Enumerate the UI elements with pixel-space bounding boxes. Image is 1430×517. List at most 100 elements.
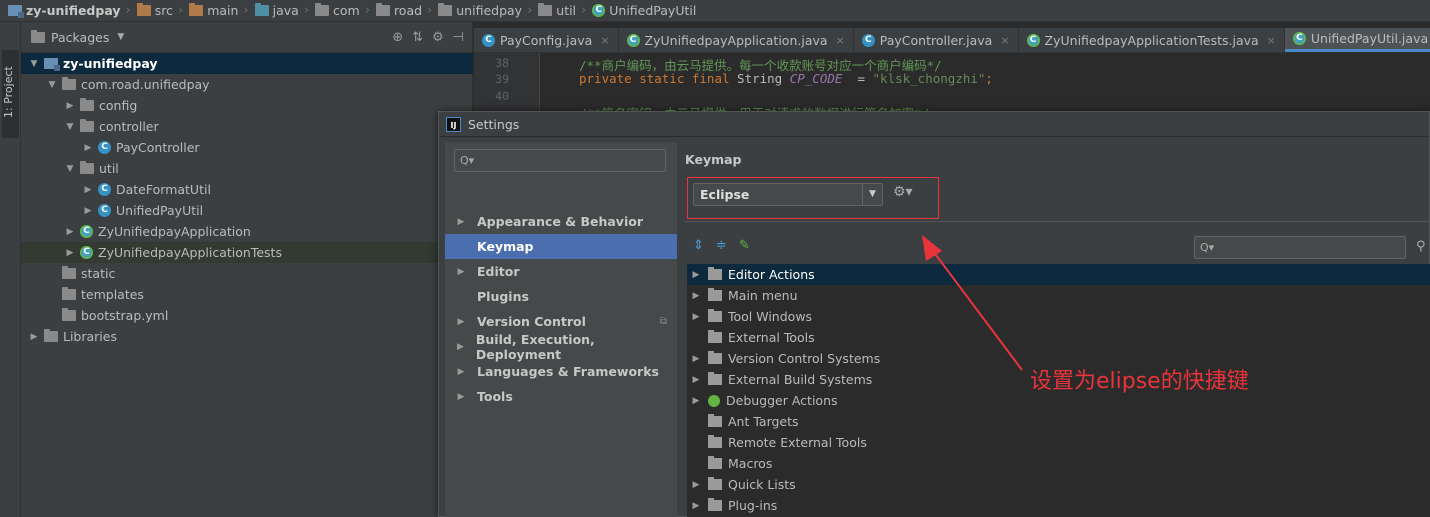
view-selector[interactable]: Packages xyxy=(51,30,109,45)
tree-item[interactable]: ▶ config xyxy=(21,95,473,116)
tree-item[interactable]: ▼ zy-unifiedpay xyxy=(21,53,473,74)
breadcrumb-item-util[interactable]: util › xyxy=(538,3,592,18)
expand-all-icon[interactable]: ⇕ xyxy=(693,238,704,253)
gear-icon[interactable]: ⚙▾ xyxy=(893,184,913,200)
chevron-down-icon[interactable]: ▼ xyxy=(63,164,77,174)
editor-tab[interactable]: C ZyUnifiedpayApplication.java × xyxy=(619,28,854,52)
tree-item[interactable]: ▶static xyxy=(21,263,473,284)
left-tool-strip: 1: Project xyxy=(0,22,21,517)
chevron-right-icon[interactable]: ▶ xyxy=(63,248,77,258)
chevron-right-icon[interactable]: ▶ xyxy=(81,206,95,216)
settings-category-label: Keymap xyxy=(477,239,534,254)
hide-panel-icon[interactable]: ⊣ xyxy=(453,30,464,45)
chevron-right-icon[interactable]: ▶ xyxy=(445,392,477,402)
edit-pencil-icon[interactable]: ✎ xyxy=(739,238,750,253)
locate-icon[interactable]: ⊕ xyxy=(392,30,403,45)
chevron-down-icon[interactable]: ▼ xyxy=(117,32,124,42)
settings-category[interactable]: ▶ Tools xyxy=(445,384,677,409)
line-number: 40 xyxy=(495,89,509,103)
editor-tab[interactable]: C PayConfig.java × xyxy=(474,28,619,52)
breadcrumb-item-src[interactable]: src › xyxy=(136,3,189,18)
gear-icon[interactable]: ⚙ xyxy=(432,30,444,45)
collapse-all-icon[interactable]: ⇅ xyxy=(412,30,423,45)
settings-search-input[interactable]: Q▾ xyxy=(454,149,666,172)
keymap-action-item[interactable]: ▶ Quick Lists xyxy=(687,474,1430,495)
chevron-right-icon[interactable]: ▶ xyxy=(688,375,704,385)
keymap-action-item[interactable]: ▶Remote External Tools xyxy=(687,432,1430,453)
find-shortcut-icon[interactable]: ⚲ xyxy=(1416,239,1426,254)
dialog-title-bar[interactable]: IJ Settings xyxy=(439,112,1429,137)
folder-icon xyxy=(708,498,722,511)
settings-category[interactable]: ▶ Languages & Frameworks xyxy=(445,359,677,384)
chevron-right-icon[interactable]: ▶ xyxy=(63,227,77,237)
chevron-down-icon[interactable]: ▼ xyxy=(862,184,882,205)
tree-item[interactable]: ▶bootstrap.yml xyxy=(21,305,473,326)
keymap-action-item[interactable]: ▶Ant Targets xyxy=(687,411,1430,432)
tree-item[interactable]: ▶ C PayController xyxy=(21,137,473,158)
breadcrumb-item-main[interactable]: main › xyxy=(189,3,254,18)
chevron-right-icon[interactable]: ▶ xyxy=(445,342,476,352)
keymap-action-item[interactable]: ▶ Editor Actions xyxy=(687,264,1430,285)
close-icon[interactable]: × xyxy=(1267,34,1276,47)
breadcrumb-item-com[interactable]: com › xyxy=(315,3,376,18)
tree-item[interactable]: ▶ Libraries xyxy=(21,326,473,347)
tree-item[interactable]: ▶ C ZyUnifiedpayApplicationTests xyxy=(21,242,473,263)
tree-item[interactable]: ▶templates xyxy=(21,284,473,305)
chevron-down-icon[interactable]: ▼ xyxy=(27,59,41,69)
keymap-action-item[interactable]: ▶ Tool Windows xyxy=(687,306,1430,327)
chevron-right-icon[interactable]: ▶ xyxy=(81,185,95,195)
panel-header-icons: ⊕ ⇅ ⚙ ⊣ xyxy=(392,30,464,45)
settings-category[interactable]: ▶ Appearance & Behavior xyxy=(445,209,677,234)
chevron-right-icon[interactable]: ▶ xyxy=(445,317,477,327)
chevron-right-icon[interactable]: ▶ xyxy=(688,501,704,511)
chevron-right-icon[interactable]: ▶ xyxy=(445,267,477,277)
chevron-down-icon[interactable]: ▼ xyxy=(45,80,59,90)
chevron-right-icon[interactable]: ▶ xyxy=(688,270,704,280)
editor-tab[interactable]: CUnifiedPayUtil.java× xyxy=(1284,28,1430,52)
keymap-action-item[interactable]: ▶ Plug-ins xyxy=(687,495,1430,516)
chevron-right-icon[interactable]: ▶ xyxy=(688,354,704,364)
settings-category[interactable]: ▶ Version Control ⧉ xyxy=(445,309,677,334)
keymap-action-item[interactable]: ▶ Main menu xyxy=(687,285,1430,306)
class-icon: C xyxy=(98,183,111,196)
close-icon[interactable]: × xyxy=(836,34,845,47)
tree-item[interactable]: ▼ controller xyxy=(21,116,473,137)
editor-tab[interactable]: C PayController.java × xyxy=(854,28,1019,52)
line-number: 38 xyxy=(495,56,509,70)
keymap-action-item[interactable]: ▶External Tools xyxy=(687,327,1430,348)
settings-category[interactable]: Plugins xyxy=(445,284,677,309)
chevron-right-icon[interactable]: ▶ xyxy=(688,396,704,406)
keymap-action-item[interactable]: ▶Macros xyxy=(687,453,1430,474)
tree-item[interactable]: ▶ C DateFormatUtil xyxy=(21,179,473,200)
chevron-right-icon[interactable]: ▶ xyxy=(688,291,704,301)
tree-item[interactable]: ▼ util xyxy=(21,158,473,179)
chevron-right-icon[interactable]: ▶ xyxy=(688,312,704,322)
breadcrumb-item-java[interactable]: java › xyxy=(254,3,315,18)
close-icon[interactable]: × xyxy=(600,34,609,47)
tree-item[interactable]: ▶ C ZyUnifiedpayApplication xyxy=(21,221,473,242)
keymap-search-input[interactable]: Q▾ xyxy=(1194,236,1406,259)
tree-item[interactable]: ▶ C UnifiedPayUtil xyxy=(21,200,473,221)
close-icon[interactable]: × xyxy=(1000,34,1009,47)
editor-tab[interactable]: C ZyUnifiedpayApplicationTests.java × xyxy=(1019,28,1285,52)
chevron-right-icon[interactable]: ▶ xyxy=(81,143,95,153)
chevron-right-icon[interactable]: ▶ xyxy=(27,332,41,342)
settings-category[interactable]: ▶ Editor xyxy=(445,259,677,284)
chevron-right-icon[interactable]: ▶ xyxy=(688,480,704,490)
chevron-right-icon[interactable]: ▶ xyxy=(63,101,77,111)
collapse-all-icon[interactable]: ≑ xyxy=(716,238,727,253)
settings-category[interactable]: ▶ Build, Execution, Deployment xyxy=(445,332,677,362)
module-icon xyxy=(8,5,24,18)
breadcrumb-item-project[interactable]: zy-unifiedpay › xyxy=(8,3,137,18)
breadcrumb-item-unifiedpay[interactable]: unifiedpay › xyxy=(438,3,538,18)
tree-item-label: util xyxy=(99,161,119,176)
tree-item[interactable]: ▼ com.road.unifiedpay xyxy=(21,74,473,95)
breadcrumb-item-road[interactable]: road › xyxy=(375,3,438,18)
keymap-select[interactable]: Eclipse ▼ xyxy=(693,183,883,206)
chevron-right-icon[interactable]: ▶ xyxy=(445,217,477,227)
chevron-down-icon[interactable]: ▼ xyxy=(63,122,77,132)
project-tool-tab[interactable]: 1: Project xyxy=(2,50,19,138)
settings-category[interactable]: Keymap xyxy=(445,234,677,259)
breadcrumb-item-class[interactable]: C UnifiedPayUtil xyxy=(592,3,696,18)
chevron-right-icon[interactable]: ▶ xyxy=(445,367,477,377)
